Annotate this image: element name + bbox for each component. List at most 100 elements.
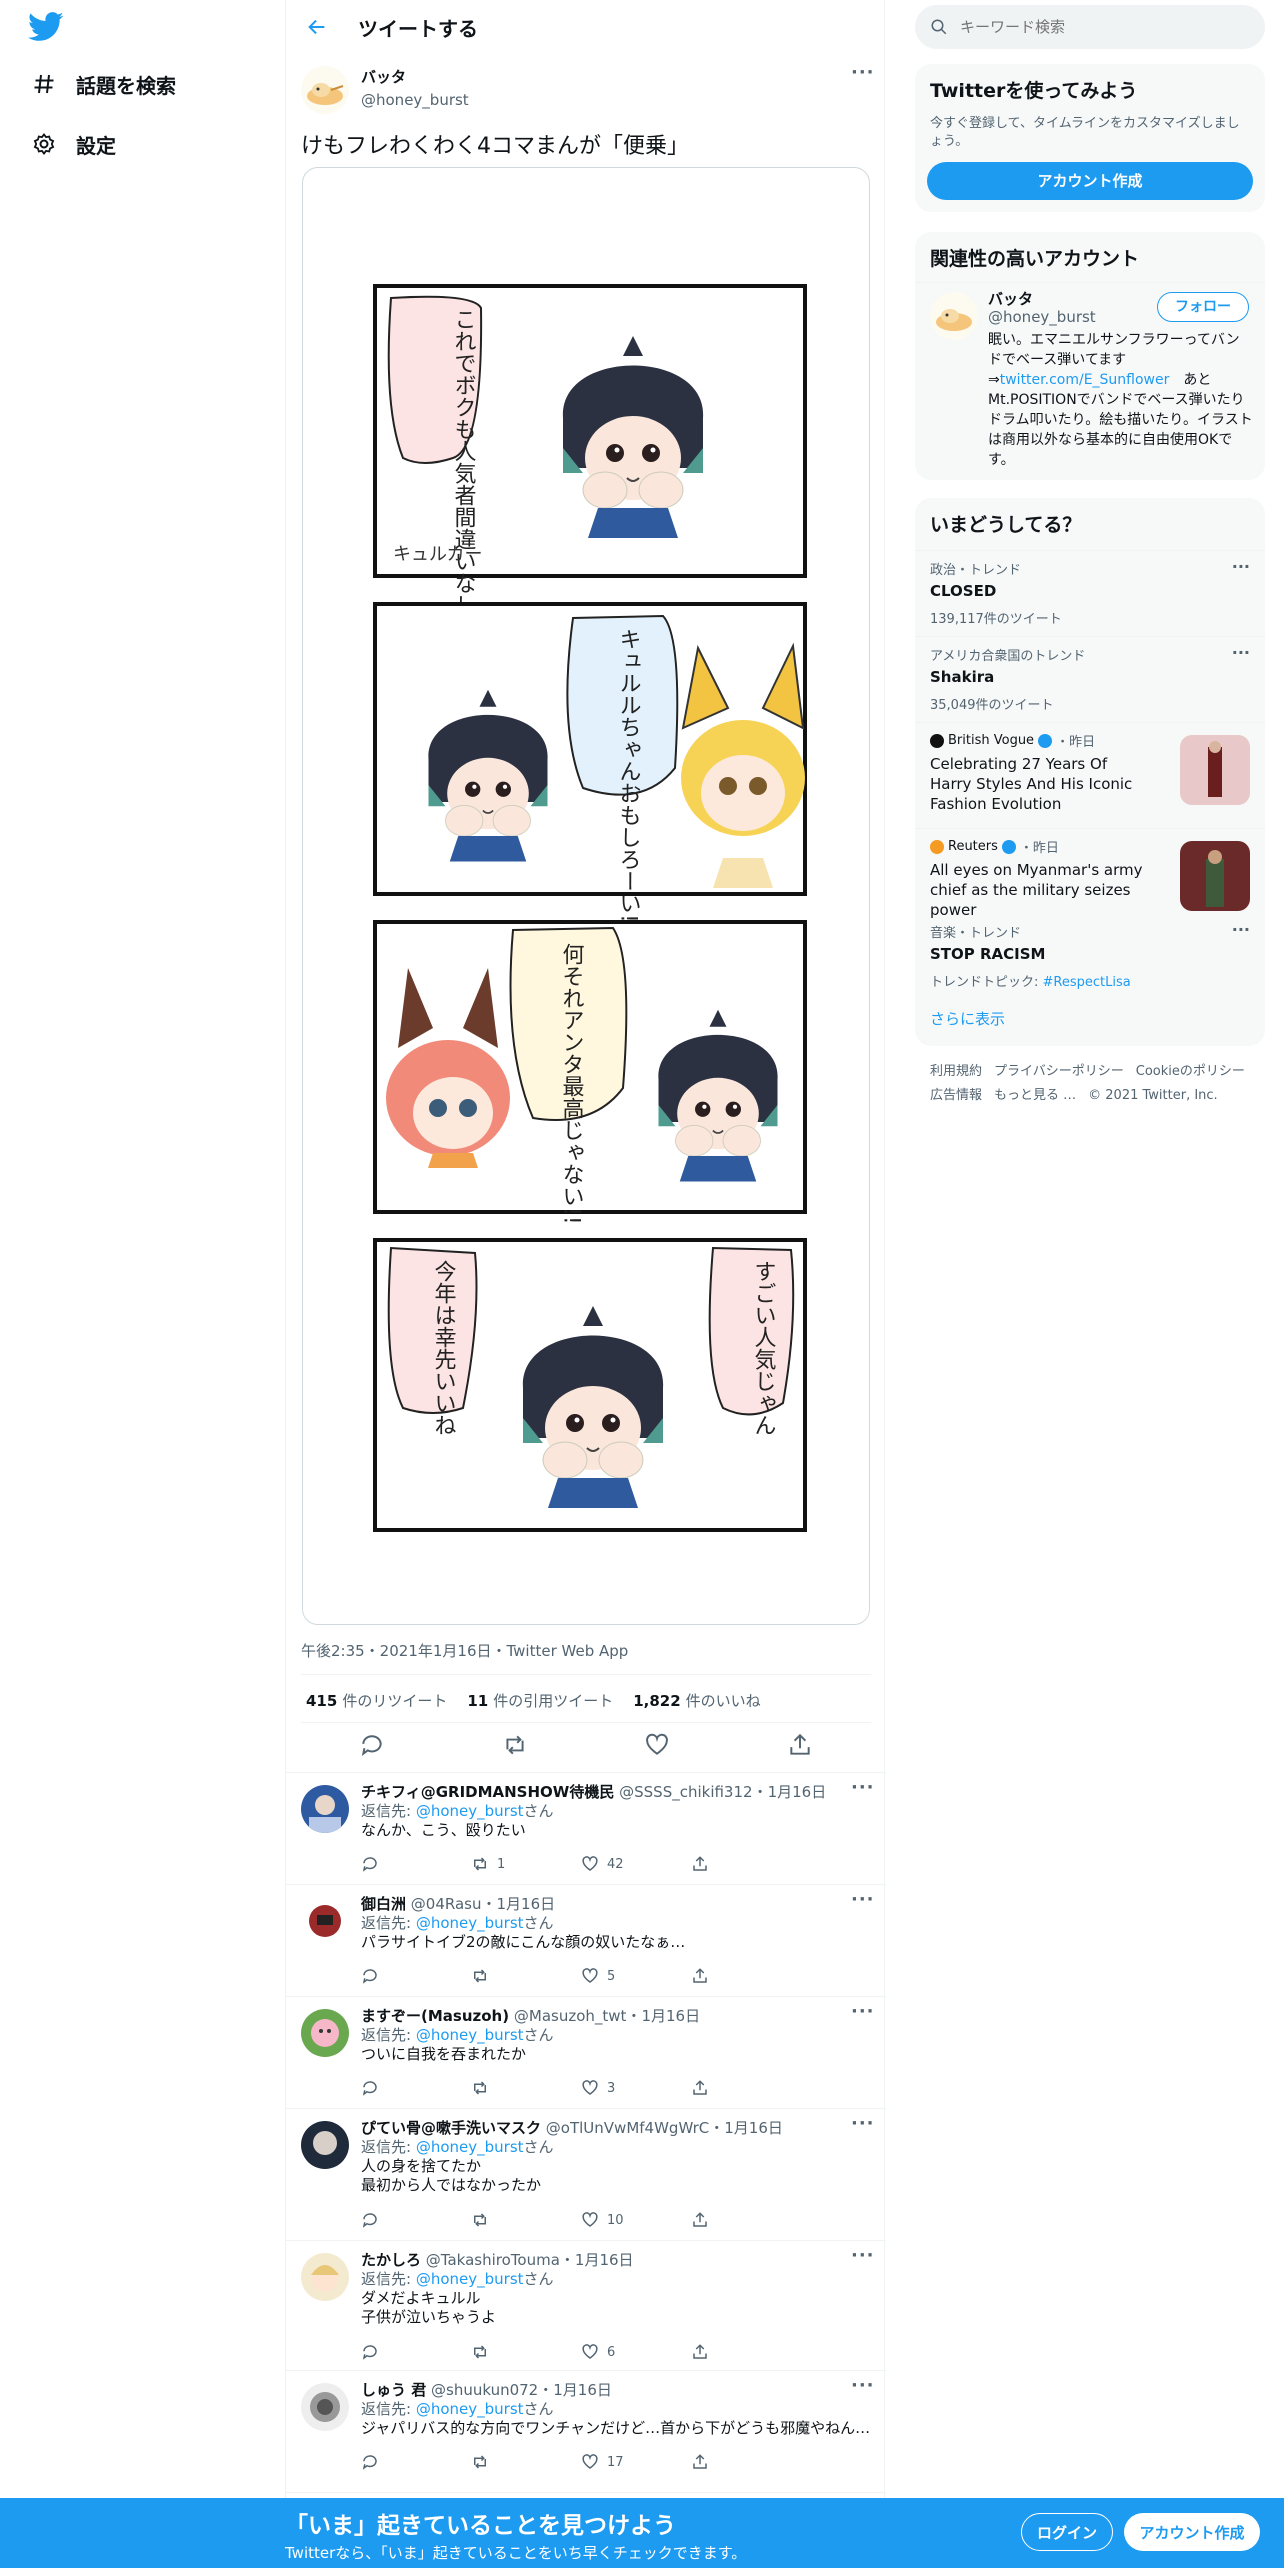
reply-author-handle[interactable]: @Masuzoh_twt bbox=[514, 2007, 627, 2025]
retweet-icon[interactable] bbox=[471, 2079, 581, 2097]
tweet-image[interactable]: これでボクも人気者間違いなし キュルカー キュルルちゃんおもしろーい!! 何それ… bbox=[302, 167, 870, 1625]
retweet-icon[interactable] bbox=[471, 2211, 581, 2229]
likes-stat[interactable]: 1,822 件のいいね bbox=[633, 1690, 760, 1711]
retweet-icon[interactable] bbox=[471, 1967, 581, 1985]
quotes-stat[interactable]: 11 件の引用ツイート bbox=[467, 1690, 613, 1711]
signup-button[interactable]: アカウント作成 bbox=[1124, 2513, 1260, 2551]
avatar[interactable] bbox=[301, 66, 349, 114]
reply-author-handle[interactable]: @oTlUnVwMf4WgWrC bbox=[546, 2119, 709, 2137]
more-options-icon[interactable]: ··· bbox=[851, 1889, 875, 1910]
share-icon[interactable] bbox=[691, 1855, 801, 1873]
reply-date[interactable]: 1月16日 bbox=[724, 2119, 783, 2137]
trend-item[interactable]: アメリカ合衆国のトレンド Shakira 35,049件のツイート ··· bbox=[915, 636, 1265, 722]
retweets-stat[interactable]: 415 件のリツイート bbox=[306, 1690, 447, 1711]
author-name[interactable]: バッタ bbox=[361, 66, 469, 87]
reply-icon[interactable] bbox=[359, 1732, 385, 1758]
more-options-icon[interactable]: ··· bbox=[851, 2001, 875, 2022]
back-arrow-icon[interactable] bbox=[306, 16, 328, 38]
trend-item[interactable]: 音楽・トレンド STOP RACISM トレンドトピック: #RespectLi… bbox=[915, 914, 1265, 990]
search-input[interactable] bbox=[960, 18, 1240, 36]
avatar[interactable] bbox=[301, 2009, 349, 2057]
nav-explore[interactable]: 話題を検索 bbox=[28, 68, 176, 100]
reply-to-link[interactable]: @honey_burst bbox=[416, 2026, 524, 2044]
reply-date[interactable]: 1月16日 bbox=[553, 2381, 612, 2399]
avatar[interactable] bbox=[301, 1897, 349, 1945]
retweet-icon[interactable]: 1 bbox=[471, 1855, 581, 1873]
relevant-account-name[interactable]: バッタ bbox=[988, 288, 1033, 309]
share-icon[interactable] bbox=[787, 1732, 813, 1758]
like-icon[interactable]: 10 bbox=[581, 2211, 691, 2229]
like-icon[interactable]: 3 bbox=[581, 2079, 691, 2097]
footer-link[interactable]: Cookieのポリシー bbox=[1136, 1064, 1245, 1079]
reply-date[interactable]: 1月16日 bbox=[497, 1895, 556, 1913]
more-options-icon[interactable]: ··· bbox=[1232, 557, 1250, 576]
reply-tweet[interactable]: チキフィ@GRIDMANSHOW待機民 @SSSS_chikifi312・1月1… bbox=[286, 1773, 886, 1885]
footer-link[interactable]: 広告情報 bbox=[930, 1088, 982, 1103]
relevant-account-handle[interactable]: @honey_burst bbox=[988, 308, 1096, 326]
more-options-icon[interactable]: ··· bbox=[1232, 920, 1250, 939]
retweet-icon[interactable] bbox=[471, 2343, 581, 2361]
reply-author-handle[interactable]: @TakashiroTouma bbox=[426, 2251, 560, 2269]
like-icon[interactable] bbox=[644, 1732, 670, 1758]
reply-to-link[interactable]: @honey_burst bbox=[416, 1802, 524, 1820]
reply-icon[interactable] bbox=[361, 2211, 471, 2229]
reply-tweet[interactable]: ぴてい骨@嗽手洗いマスク @oTlUnVwMf4WgWrC・1月16日 返信先:… bbox=[286, 2109, 886, 2241]
like-icon[interactable]: 5 bbox=[581, 1967, 691, 1985]
more-options-icon[interactable]: ··· bbox=[851, 2375, 875, 2396]
like-icon[interactable]: 17 bbox=[581, 2453, 691, 2471]
reply-tweet[interactable]: 御白洲 @04Rasu・1月16日 返信先: @honey_burstさん パラ… bbox=[286, 1885, 886, 1997]
reply-date[interactable]: 1月16日 bbox=[575, 2251, 634, 2269]
trend-item[interactable]: 政治・トレンド CLOSED 139,117件のツイート ··· bbox=[915, 550, 1265, 636]
reply-icon[interactable] bbox=[361, 1967, 471, 1985]
more-options-icon[interactable]: ··· bbox=[851, 2245, 875, 2266]
follow-button[interactable]: フォロー bbox=[1157, 292, 1249, 322]
share-icon[interactable] bbox=[691, 2453, 801, 2471]
share-icon[interactable] bbox=[691, 2211, 801, 2229]
avatar[interactable] bbox=[301, 1785, 349, 1833]
reply-tweet[interactable]: たかしろ @TakashiroTouma・1月16日 返信先: @honey_b… bbox=[286, 2241, 886, 2371]
nav-settings[interactable]: 設定 bbox=[28, 128, 116, 160]
search-box[interactable] bbox=[915, 5, 1265, 49]
footer-link[interactable]: 利用規約 bbox=[930, 1064, 982, 1079]
reply-to-link[interactable]: @honey_burst bbox=[416, 2138, 524, 2156]
reply-author-handle[interactable]: @SSSS_chikifi312 bbox=[619, 1783, 752, 1801]
twitter-logo-icon[interactable] bbox=[28, 12, 64, 42]
avatar[interactable] bbox=[301, 2383, 349, 2431]
trend-topic-link[interactable]: #RespectLisa bbox=[1043, 975, 1131, 990]
reply-icon[interactable] bbox=[361, 2079, 471, 2097]
share-icon[interactable] bbox=[691, 2343, 801, 2361]
reply-author-handle[interactable]: @04Rasu bbox=[411, 1895, 482, 1913]
more-options-icon[interactable]: ··· bbox=[851, 62, 875, 83]
reply-date[interactable]: 1月16日 bbox=[641, 2007, 700, 2025]
reply-author-name[interactable]: ぴてい骨@嗽手洗いマスク bbox=[361, 2119, 541, 2137]
like-icon[interactable]: 42 bbox=[581, 1855, 691, 1873]
reply-author-name[interactable]: しゅう 君 bbox=[361, 2381, 426, 2399]
reply-author-name[interactable]: ますぞー(Masuzoh) bbox=[361, 2007, 509, 2025]
bio-link[interactable]: twitter.com/E_Sunflower bbox=[1000, 372, 1170, 388]
avatar[interactable] bbox=[930, 292, 978, 340]
reply-author-name[interactable]: 御白洲 bbox=[361, 1895, 406, 1913]
tweet-meta[interactable]: 午後2:35・2021年1月16日・Twitter Web App bbox=[301, 1640, 628, 1661]
reply-icon[interactable] bbox=[361, 1855, 471, 1873]
reply-to-link[interactable]: @honey_burst bbox=[416, 2270, 524, 2288]
show-more-link[interactable]: さらに表示 bbox=[930, 1008, 1005, 1029]
reply-tweet[interactable]: ますぞー(Masuzoh) @Masuzoh_twt・1月16日 返信先: @h… bbox=[286, 1997, 886, 2109]
reply-to-link[interactable]: @honey_burst bbox=[416, 2400, 524, 2418]
footer-link[interactable]: プライバシーポリシー bbox=[994, 1064, 1124, 1079]
more-options-icon[interactable]: ··· bbox=[851, 2113, 875, 2134]
reply-icon[interactable] bbox=[361, 2343, 471, 2361]
reply-icon[interactable] bbox=[361, 2453, 471, 2471]
retweet-icon[interactable] bbox=[502, 1732, 528, 1758]
like-icon[interactable]: 6 bbox=[581, 2343, 691, 2361]
more-options-icon[interactable]: ··· bbox=[1232, 643, 1250, 662]
footer-link[interactable]: もっと見る … bbox=[994, 1088, 1076, 1103]
reply-author-handle[interactable]: @shuukun072 bbox=[431, 2381, 538, 2399]
author-handle[interactable]: @honey_burst bbox=[361, 91, 469, 109]
login-button[interactable]: ログイン bbox=[1021, 2513, 1113, 2551]
share-icon[interactable] bbox=[691, 1967, 801, 1985]
reply-to-link[interactable]: @honey_burst bbox=[416, 1914, 524, 1932]
reply-author-name[interactable]: たかしろ bbox=[361, 2251, 421, 2269]
create-account-button[interactable]: アカウント作成 bbox=[927, 162, 1253, 200]
reply-tweet[interactable]: しゅう 君 @shuukun072・1月16日 返信先: @honey_burs… bbox=[286, 2371, 886, 2493]
reply-date[interactable]: 1月16日 bbox=[768, 1783, 827, 1801]
